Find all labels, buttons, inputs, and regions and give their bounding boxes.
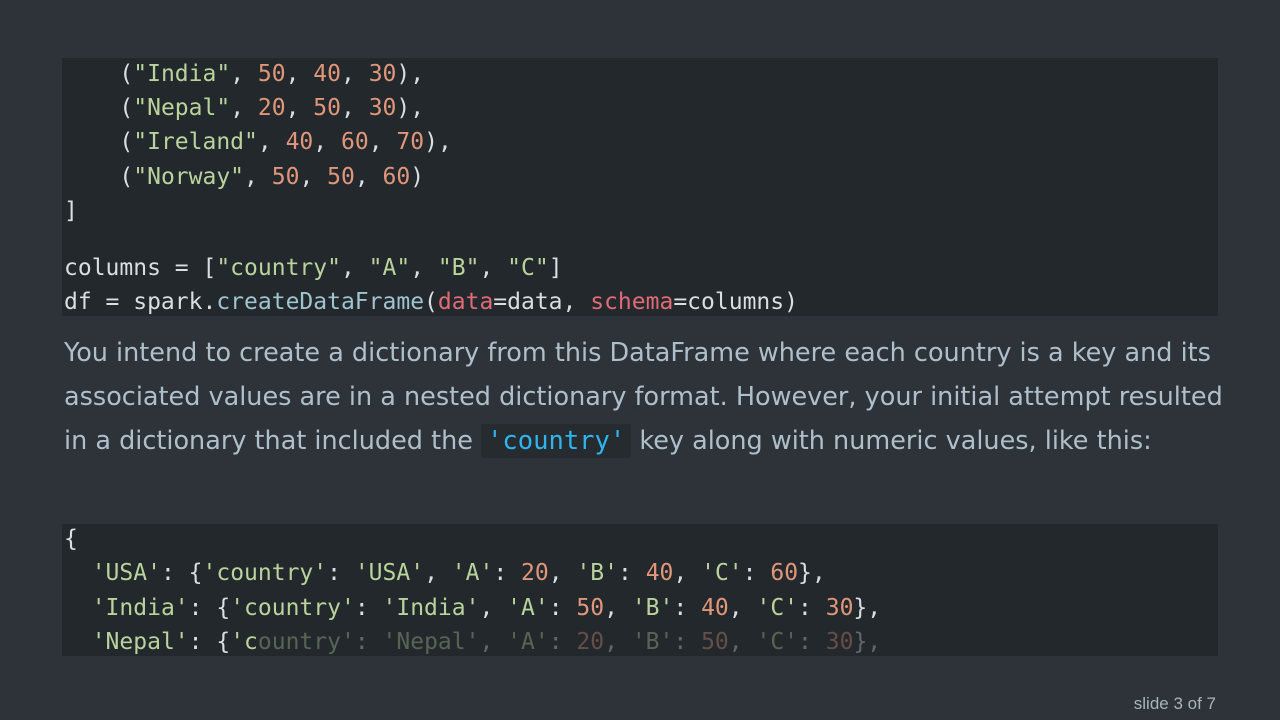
code-line: ("Nepal", 20, 50, 30), bbox=[64, 95, 425, 121]
slide-counter: slide 3 of 7 bbox=[1133, 694, 1216, 713]
inline-code-country: 'country' bbox=[481, 424, 632, 458]
code-line: { bbox=[64, 526, 78, 552]
code-line: ("India", 50, 40, 30), bbox=[64, 61, 425, 87]
code-line: ("Norway", 50, 50, 60) bbox=[64, 164, 425, 190]
explanation-paragraph: You intend to create a dictionary from t… bbox=[64, 331, 1224, 463]
code-line: df = spark.createDataFrame(data=data, sc… bbox=[64, 289, 798, 315]
code-line: 'USA': {'country': 'USA', 'A': 20, 'B': … bbox=[91, 560, 826, 586]
code-block-dataframe: ("India", 50, 40, 30), ("Nepal", 20, 50,… bbox=[62, 58, 1218, 316]
code-line: 'Nepal': {'country': 'Nepal', 'A': 20, '… bbox=[91, 629, 882, 655]
explanation-text: key along with numeric values, like this… bbox=[631, 426, 1152, 456]
code-line: columns = ["country", "A", "B", "C"] bbox=[64, 255, 563, 281]
code-line: 'India': {'country': 'India', 'A': 50, '… bbox=[91, 595, 882, 621]
code-line: ("Ireland", 40, 60, 70), bbox=[64, 129, 452, 155]
code-block-output: { 'USA': {'country': 'USA', 'A': 20, 'B'… bbox=[62, 524, 1218, 656]
code-line: ] bbox=[64, 198, 78, 224]
